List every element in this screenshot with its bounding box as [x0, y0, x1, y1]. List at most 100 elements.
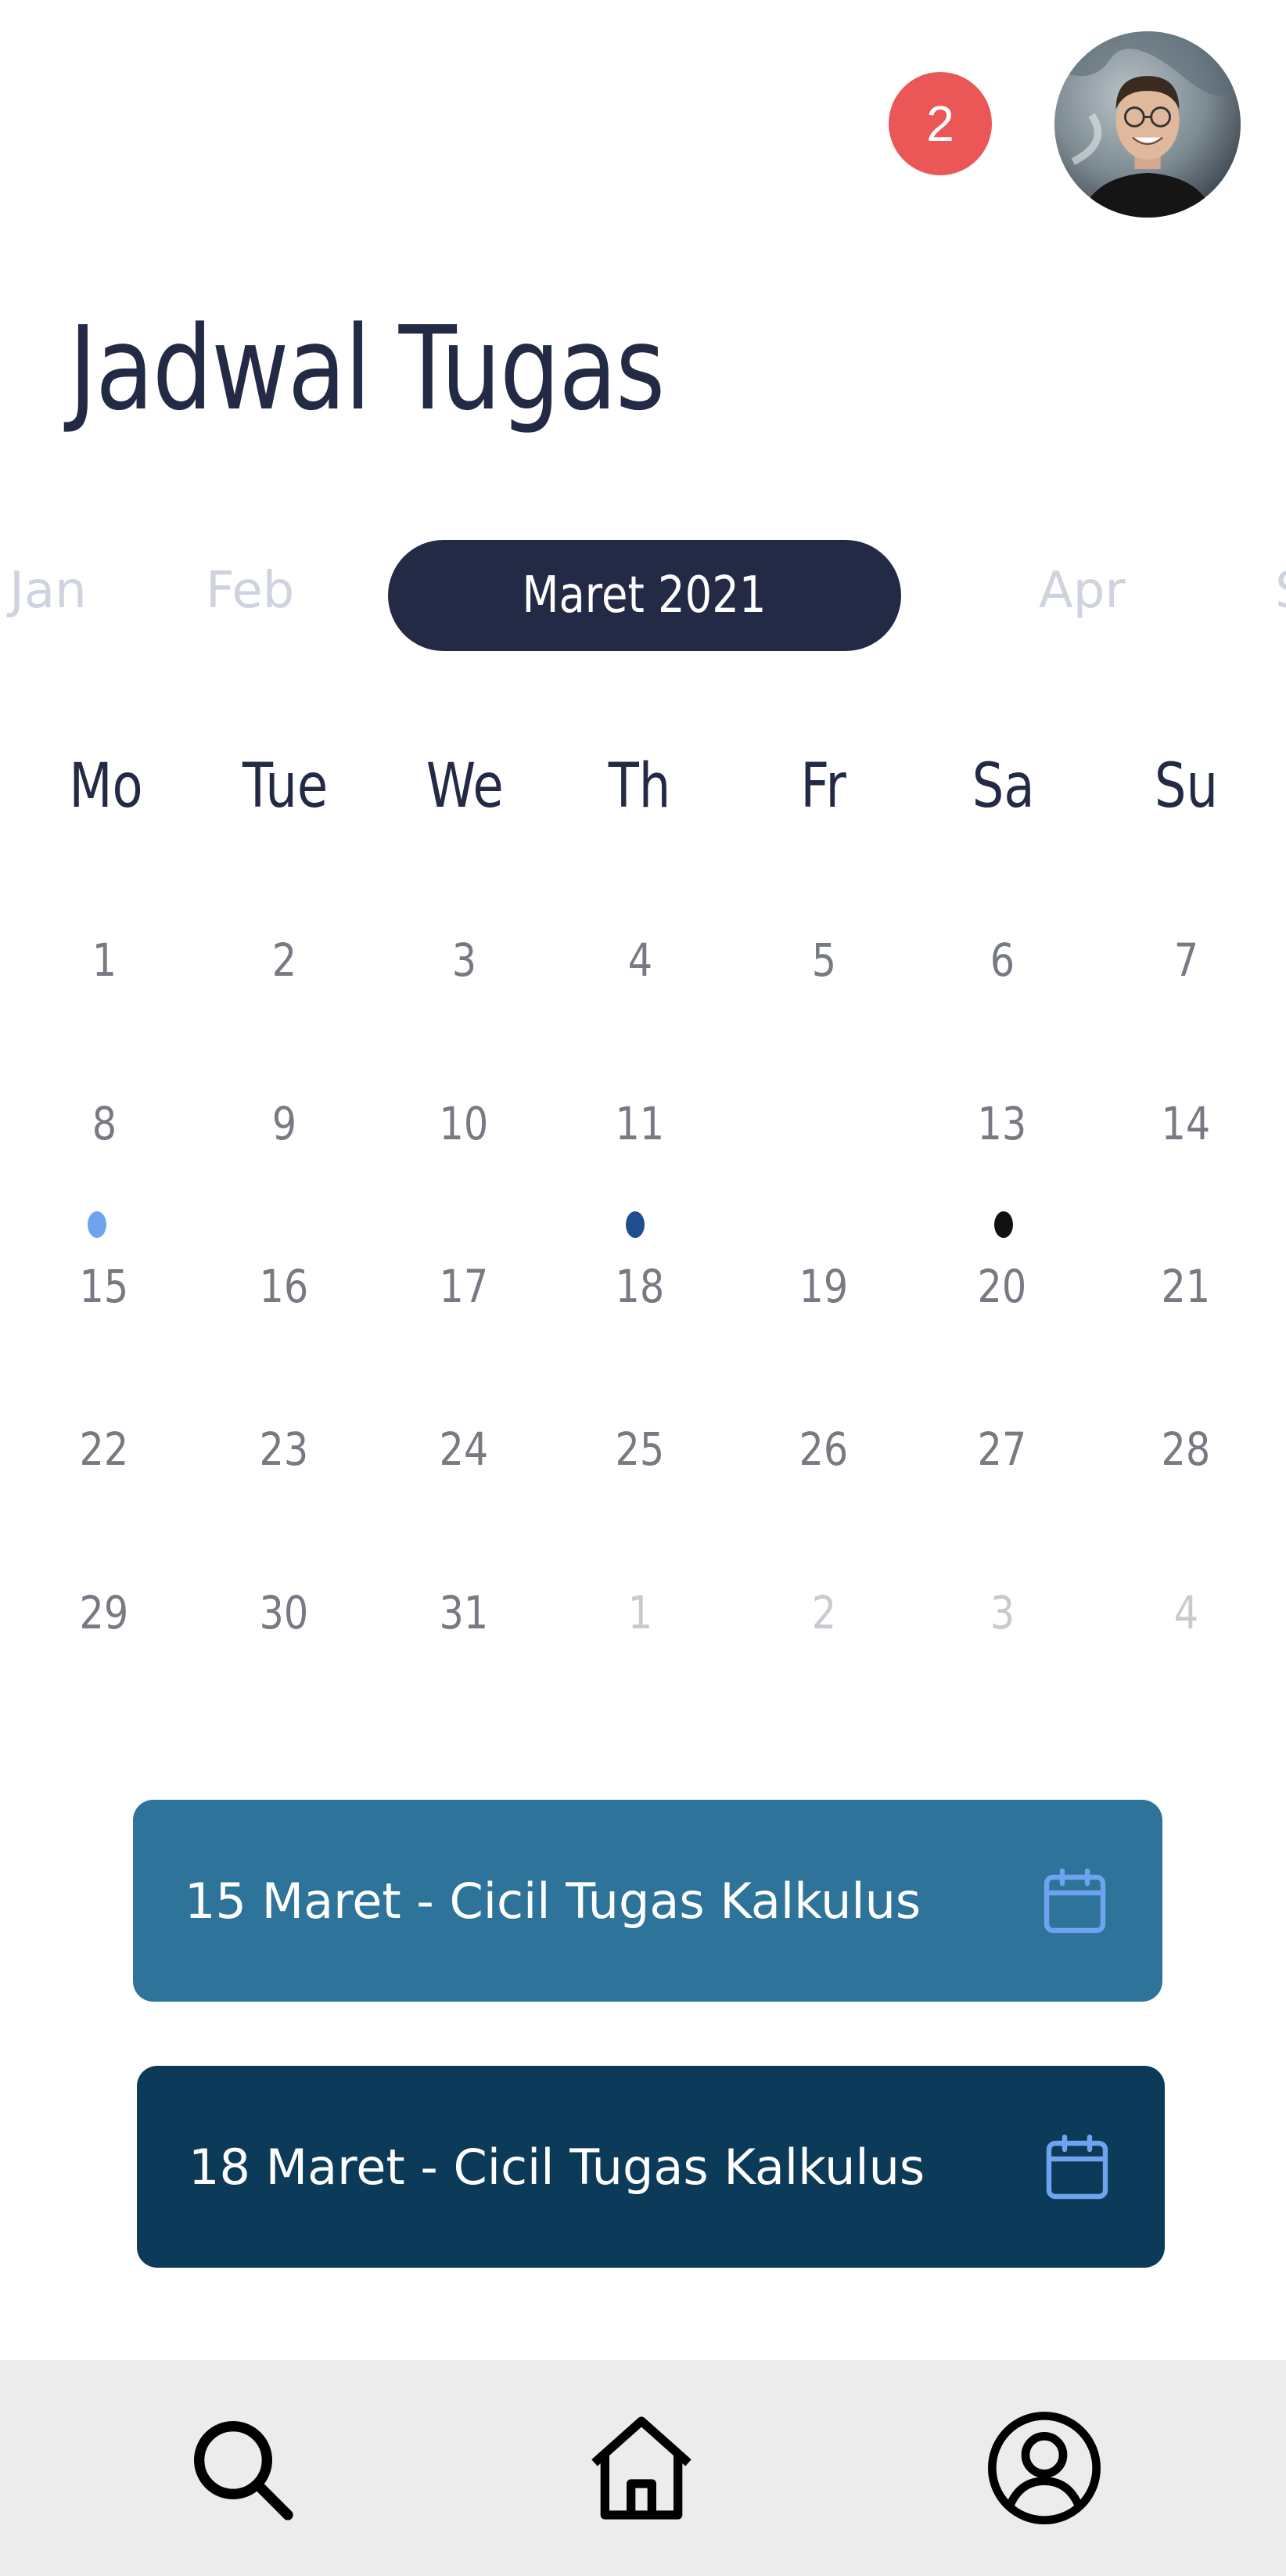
- calendar-day-label: 1: [92, 934, 117, 987]
- event-dot-15: [88, 1211, 106, 1238]
- calendar-day-label: 5: [811, 934, 836, 987]
- calendar-day-label: 20: [977, 1260, 1027, 1313]
- calendar-day-label: 11: [615, 1097, 665, 1150]
- calendar-day-label: 21: [1161, 1260, 1211, 1313]
- calendar-day-label: 13: [977, 1097, 1027, 1150]
- calendar-day-label: 7: [1173, 934, 1198, 987]
- calendar-day-label: 30: [259, 1586, 309, 1639]
- calendar-day-18[interactable]: 18: [573, 1220, 706, 1353]
- calendar-day-label: 27: [977, 1423, 1027, 1476]
- calendar-day-9[interactable]: 9: [217, 1057, 350, 1190]
- calendar-day-28[interactable]: 28: [1119, 1383, 1252, 1516]
- calendar-day-label: 25: [615, 1423, 665, 1476]
- calendar-day-31[interactable]: 31: [397, 1546, 530, 1679]
- calendar-day-4[interactable]: 4: [573, 894, 706, 1027]
- calendar-day-label: 19: [799, 1260, 849, 1313]
- calendar-day-next-month[interactable]: 3: [936, 1546, 1069, 1679]
- calendar-day-24[interactable]: 24: [397, 1383, 530, 1516]
- weekday-fr: Fr: [800, 751, 847, 822]
- calendar-day-21[interactable]: 21: [1119, 1220, 1252, 1353]
- task-card[interactable]: 18 Maret - Cicil Tugas Kalkulus: [137, 2066, 1165, 2268]
- calendar-day-15[interactable]: 15: [38, 1220, 171, 1353]
- calendar-day-11[interactable]: 11: [573, 1057, 706, 1190]
- month-current[interactable]: Maret 2021: [388, 540, 901, 651]
- calendar-day-label: 29: [79, 1586, 129, 1639]
- nav-home-button[interactable]: [579, 2405, 704, 2531]
- weekday-su: Su: [1154, 751, 1218, 822]
- weekday-tue: Tue: [242, 751, 329, 822]
- month-current-label: Maret 2021: [523, 567, 767, 624]
- task-card[interactable]: 15 Maret - Cicil Tugas Kalkulus: [133, 1800, 1162, 2002]
- weekday-sa: Sa: [972, 751, 1035, 822]
- calendar-day-label: 9: [271, 1097, 296, 1150]
- calendar-day-next-month[interactable]: 1: [573, 1546, 706, 1679]
- calendar-day-label: 10: [439, 1097, 489, 1150]
- calendar-day-next-month[interactable]: 4: [1119, 1546, 1252, 1679]
- calendar-day-13[interactable]: 13: [936, 1057, 1069, 1190]
- calendar-day-8[interactable]: 8: [38, 1057, 171, 1190]
- calendar-day-14[interactable]: 14: [1119, 1057, 1252, 1190]
- user-avatar-photo: [1054, 31, 1241, 218]
- profile-icon: [988, 2412, 1101, 2524]
- calendar-day-label: 4: [627, 934, 652, 987]
- page-title: Jadwal Tugas: [69, 301, 665, 436]
- calendar-day-label: 3: [990, 1586, 1015, 1639]
- calendar-day-1[interactable]: 1: [38, 894, 171, 1027]
- notification-badge[interactable]: 2: [889, 72, 992, 175]
- calendar-day-label: 15: [79, 1260, 129, 1313]
- calendar-day-label: 28: [1161, 1423, 1211, 1476]
- calendar-day-27[interactable]: 27: [936, 1383, 1069, 1516]
- month-apr[interactable]: Apr: [1039, 562, 1126, 620]
- calendar-day-22[interactable]: 22: [38, 1383, 171, 1516]
- calendar-day-label: 17: [439, 1260, 489, 1313]
- calendar-icon: [1044, 1868, 1106, 1934]
- search-icon: [194, 2421, 293, 2520]
- calendar-day-7[interactable]: 7: [1119, 894, 1252, 1027]
- nav-profile-button[interactable]: [982, 2405, 1107, 2531]
- calendar-day-19[interactable]: 19: [757, 1220, 890, 1353]
- month-jan[interactable]: Jan: [9, 562, 87, 620]
- calendar-day-label: 26: [799, 1423, 849, 1476]
- event-dot-20: [994, 1211, 1013, 1238]
- calendar-day-label: 8: [92, 1097, 117, 1150]
- calendar-day-25[interactable]: 25: [573, 1383, 706, 1516]
- calendar-day-2[interactable]: 2: [217, 894, 350, 1027]
- calendar-day-label: 16: [259, 1260, 309, 1313]
- calendar-day-label: 1: [627, 1586, 652, 1639]
- calendar-day-label: 4: [1173, 1586, 1198, 1639]
- event-dot-18: [626, 1211, 645, 1238]
- calendar-icon: [1046, 2134, 1108, 2200]
- calendar-day-29[interactable]: 29: [38, 1546, 171, 1679]
- calendar-day-17[interactable]: 17: [397, 1220, 530, 1353]
- calendar-day-label: 23: [259, 1423, 309, 1476]
- calendar-day-label: 24: [439, 1423, 489, 1476]
- home-icon: [591, 2416, 691, 2520]
- calendar-day-5[interactable]: 5: [757, 894, 890, 1027]
- calendar-day-next-month[interactable]: 2: [757, 1546, 890, 1679]
- calendar-day-23[interactable]: 23: [217, 1383, 350, 1516]
- calendar-day-label: 2: [271, 934, 296, 987]
- calendar-day-label: 2: [811, 1586, 836, 1639]
- nav-search-button[interactable]: [178, 2405, 304, 2531]
- calendar-day-label: 14: [1161, 1097, 1211, 1150]
- calendar-day-10[interactable]: 10: [397, 1057, 530, 1190]
- calendar-day-label: 3: [451, 934, 476, 987]
- weekday-th: Th: [609, 751, 671, 822]
- calendar-day-12[interactable]: 12: [757, 1057, 890, 1190]
- calendar-day-16[interactable]: 16: [217, 1220, 350, 1353]
- calendar-day-20[interactable]: 20: [936, 1220, 1069, 1353]
- calendar-day-3[interactable]: 3: [397, 894, 530, 1027]
- calendar-day-30[interactable]: 30: [217, 1546, 350, 1679]
- avatar[interactable]: [1054, 31, 1241, 218]
- calendar-day-label: 12: [799, 1097, 849, 1150]
- task-label: 18 Maret - Cicil Tugas Kalkulus: [189, 2138, 925, 2196]
- month-next-partial[interactable]: S: [1275, 562, 1286, 620]
- month-feb[interactable]: Feb: [206, 562, 294, 620]
- weekday-we: We: [426, 751, 504, 822]
- calendar-day-6[interactable]: 6: [936, 894, 1069, 1027]
- calendar-day-26[interactable]: 26: [757, 1383, 890, 1516]
- notification-count: 2: [926, 95, 954, 152]
- calendar-day-label: 22: [79, 1423, 129, 1476]
- task-label: 15 Maret - Cicil Tugas Kalkulus: [185, 1872, 921, 1930]
- calendar-day-label: 18: [615, 1260, 665, 1313]
